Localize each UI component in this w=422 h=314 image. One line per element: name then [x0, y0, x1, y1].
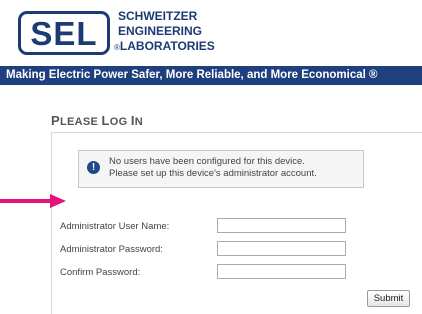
company-line2: ENGINEERING [118, 24, 203, 38]
page-title: PLEASE LOG IN [51, 113, 143, 128]
password-label: Administrator Password: [60, 244, 163, 255]
company-line1: SCHWEITZER [118, 9, 198, 23]
company-name: SCHWEITZER ENGINEERING ®LABORATORIES [114, 9, 215, 55]
company-line3: LABORATORIES [119, 39, 215, 53]
title-part: N [134, 116, 144, 128]
setup-notice: ! No users have been configured for this… [78, 150, 364, 188]
confirm-password-input[interactable] [217, 264, 346, 279]
title-part: L [101, 113, 110, 128]
sel-logo: SEL [18, 11, 110, 55]
title-part: P [51, 113, 60, 128]
title-part: OG [109, 116, 131, 128]
confirm-password-label: Confirm Password: [60, 267, 141, 278]
notice-line1: No users have been configured for this d… [109, 156, 305, 167]
notice-text: No users have been configured for this d… [109, 156, 317, 180]
title-part: LEASE [59, 116, 102, 128]
tagline-banner: Making Electric Power Safer, More Reliab… [0, 66, 422, 85]
username-input[interactable] [217, 218, 346, 233]
submit-button[interactable]: Submit [367, 290, 410, 307]
username-label: Administrator User Name: [60, 221, 170, 232]
arrow-right-icon [0, 194, 66, 208]
logo-text: SEL [30, 14, 98, 52]
password-input[interactable] [217, 241, 346, 256]
info-icon: ! [87, 161, 100, 174]
notice-line2: Please set up this device's administrato… [109, 168, 317, 179]
